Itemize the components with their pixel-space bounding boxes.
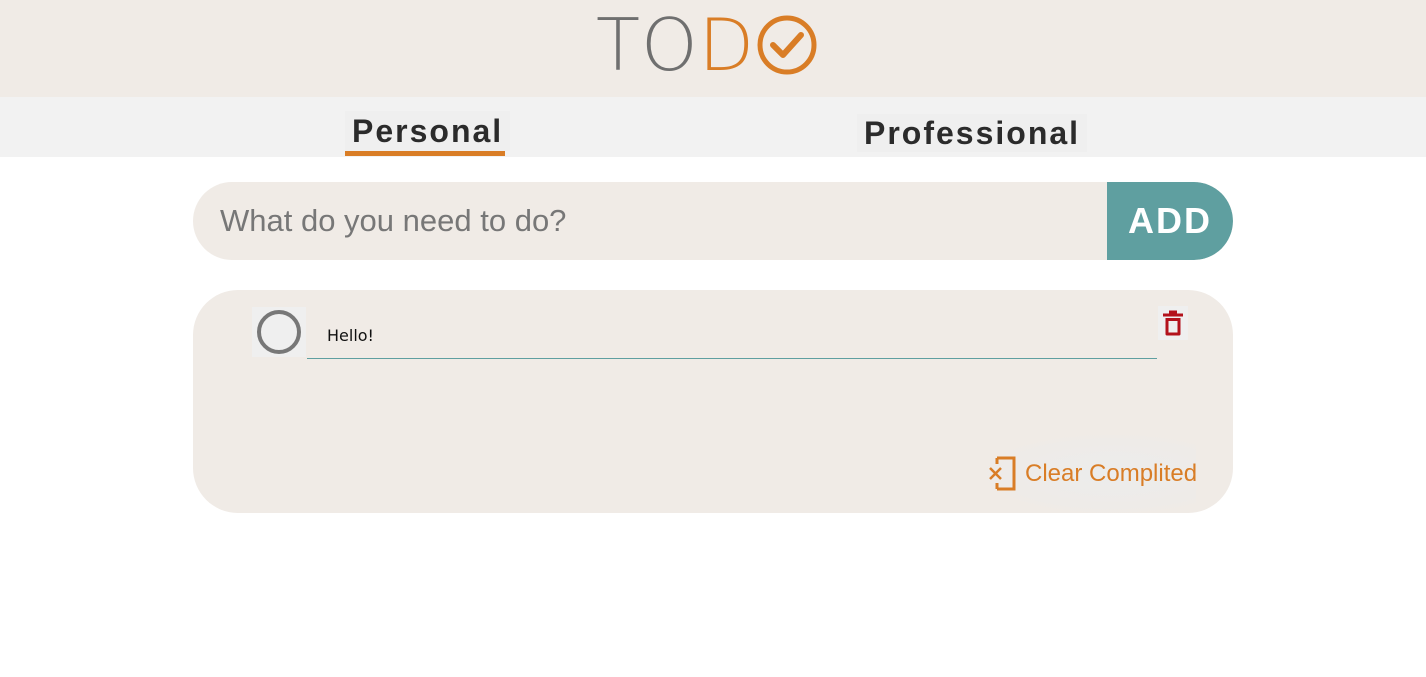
complete-checkbox[interactable] xyxy=(252,307,306,357)
add-task-form: ADD xyxy=(193,182,1233,260)
trash-icon xyxy=(1163,310,1183,336)
active-tab-indicator xyxy=(345,151,505,156)
clear-completed-label: Clear Complited xyxy=(1025,460,1198,487)
circle-icon xyxy=(257,310,301,354)
tab-personal[interactable]: Personal xyxy=(345,111,511,151)
todo-list: Hello! Clear Complited xyxy=(193,290,1233,513)
tab-professional[interactable]: Professional xyxy=(857,114,1088,152)
delete-button[interactable] xyxy=(1158,306,1188,340)
task-input[interactable] xyxy=(193,182,1107,260)
check-circle-icon xyxy=(757,15,817,75)
todo-text[interactable]: Hello! xyxy=(307,314,1157,359)
clear-completed-button[interactable]: Clear Complited xyxy=(987,456,1197,492)
todo-item: Hello! xyxy=(252,306,1192,362)
logo: TO D xyxy=(596,3,818,87)
logo-text-to: TO xyxy=(596,3,699,87)
app-header: TO D xyxy=(0,0,1426,97)
add-button[interactable]: ADD xyxy=(1107,182,1233,260)
logo-text-d: D xyxy=(698,3,755,87)
clear-completed-icon xyxy=(989,456,1016,491)
tab-bar: Personal Professional xyxy=(0,97,1426,157)
